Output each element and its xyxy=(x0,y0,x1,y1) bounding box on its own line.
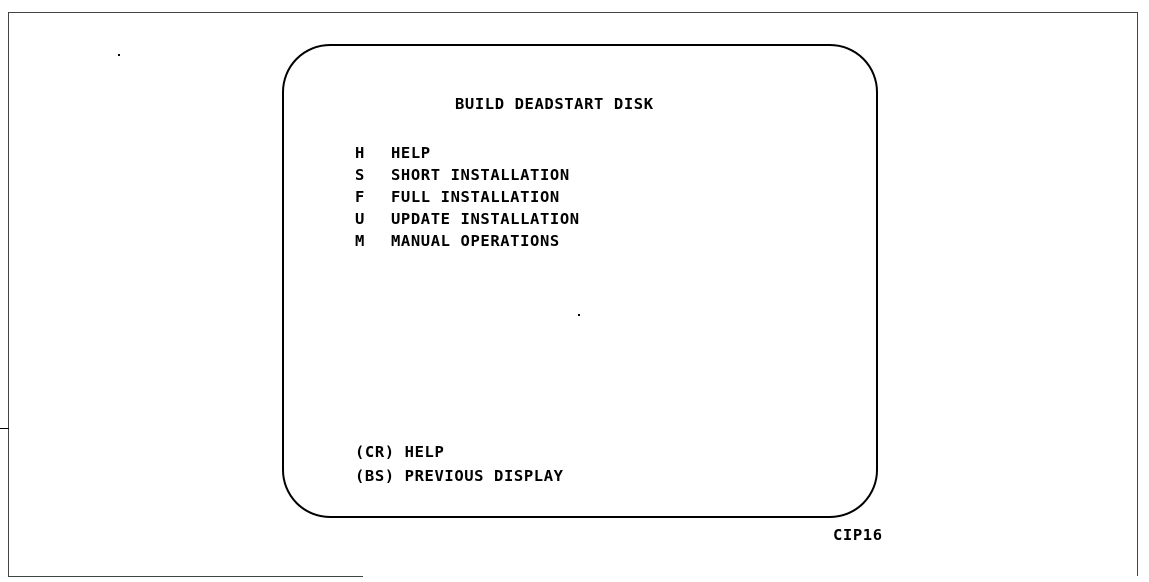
figure-id: CIP16 xyxy=(833,526,883,544)
footer-list: (CR) HELP (BS) PREVIOUS DISPLAY xyxy=(355,440,564,488)
menu-label: UPDATE INSTALLATION xyxy=(391,210,580,228)
menu-item-help[interactable]: H HELP xyxy=(355,142,430,164)
menu-key: U xyxy=(355,210,365,228)
menu-key: M xyxy=(355,232,365,250)
menu-key: H xyxy=(355,144,365,162)
menu-label: MANUAL OPERATIONS xyxy=(391,232,560,250)
cr-help-option[interactable]: (CR) HELP xyxy=(355,440,564,464)
menu-key: S xyxy=(355,166,365,184)
menu-item-manual-operations[interactable]: M MANUAL OPERATIONS xyxy=(355,230,559,252)
menu-key: F xyxy=(355,188,365,206)
menu-label: SHORT INSTALLATION xyxy=(391,166,570,184)
screen-title: BUILD DEADSTART DISK xyxy=(455,95,654,113)
menu-item-short-installation[interactable]: S SHORT INSTALLATION xyxy=(355,164,569,186)
edge-tick xyxy=(0,428,9,429)
menu-list: H HELP S SHORT INSTALLATION F FULL INSTA… xyxy=(355,142,579,252)
bs-previous-display-option[interactable]: (BS) PREVIOUS DISPLAY xyxy=(355,464,564,488)
menu-item-update-installation[interactable]: U UPDATE INSTALLATION xyxy=(355,208,579,230)
menu-item-full-installation[interactable]: F FULL INSTALLATION xyxy=(355,186,559,208)
menu-label: HELP xyxy=(391,144,431,162)
bottom-rule xyxy=(8,576,363,577)
speck xyxy=(118,54,120,56)
menu-label: FULL INSTALLATION xyxy=(391,188,560,206)
